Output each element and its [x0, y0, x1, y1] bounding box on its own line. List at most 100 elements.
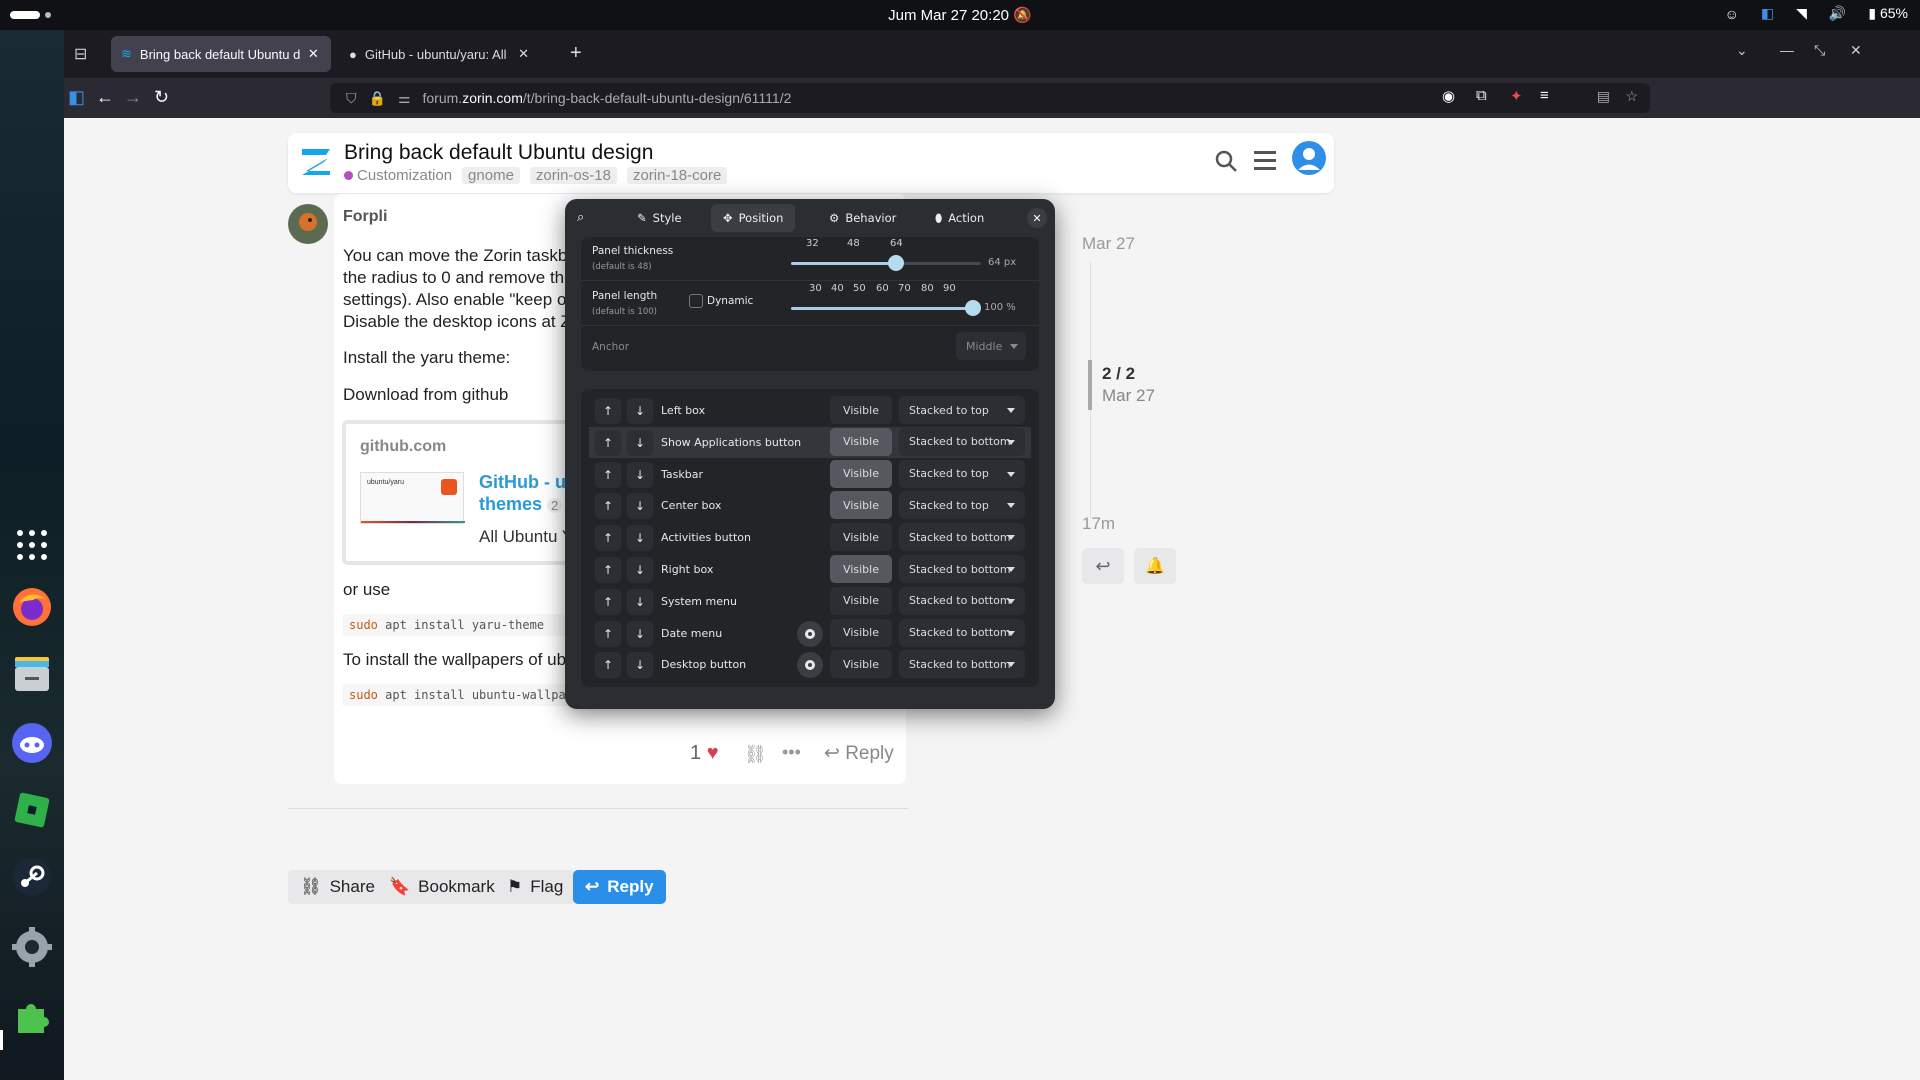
onebox-title-line2[interactable]: themes 2 — [479, 494, 563, 515]
battery-indicator[interactable]: ▮ 65% — [1868, 5, 1908, 22]
files-icon[interactable] — [8, 650, 56, 698]
move-up-icon[interactable]: ↑ — [595, 620, 621, 647]
move-down-icon[interactable]: ↓ — [627, 652, 653, 679]
copy-link-icon[interactable]: ⛓ — [744, 744, 767, 765]
forward-button[interactable]: → — [124, 87, 142, 108]
move-up-icon[interactable]: ↑ — [595, 493, 621, 520]
move-down-icon[interactable]: ↓ — [627, 461, 653, 488]
close-window-button[interactable]: ✕ — [1850, 42, 1862, 59]
move-up-icon[interactable]: ↑ — [595, 525, 621, 552]
visible-toggle[interactable]: Visible — [830, 459, 892, 488]
timeline-reply-button[interactable]: ↩ — [1082, 548, 1124, 584]
move-up-icon[interactable]: ↑ — [595, 588, 621, 615]
flag-button[interactable]: ⚑ Flag — [495, 870, 576, 904]
tab-action[interactable]: ⬮ Action — [923, 204, 996, 232]
extensions-puzzle-icon[interactable]: ⧉ — [1476, 87, 1487, 104]
tag-gnome[interactable]: gnome — [462, 167, 520, 184]
gear-icon[interactable] — [797, 620, 823, 647]
share-button[interactable]: ⛓ Share — [288, 870, 387, 904]
extension-icon[interactable]: ✦ — [1510, 87, 1523, 105]
visible-toggle[interactable]: Visible — [830, 491, 892, 520]
lock-icon[interactable]: 🔒 — [369, 90, 386, 107]
search-icon[interactable]: ⌕ — [577, 210, 584, 225]
timeline-end[interactable]: 17m — [1082, 514, 1115, 534]
menu-icon[interactable]: ≡ — [1540, 87, 1549, 104]
discord-icon[interactable] — [8, 719, 56, 767]
author-avatar[interactable] — [288, 204, 328, 244]
move-down-icon[interactable]: ↓ — [627, 493, 653, 520]
list-tabs-icon[interactable]: ⌄ — [1736, 42, 1748, 59]
url-text[interactable]: forum.zorin.com/t/bring-back-default-ubu… — [423, 90, 792, 106]
move-down-icon[interactable]: ↓ — [627, 398, 653, 424]
roblox-icon[interactable] — [8, 786, 56, 834]
close-tab-icon[interactable]: ✕ — [308, 46, 319, 62]
tab-behavior[interactable]: ⚙ Behavior — [817, 204, 908, 232]
like-button[interactable]: 1 ♥ — [690, 742, 719, 765]
shield-icon[interactable]: ⛉ — [346, 90, 357, 107]
tab-style[interactable]: ✎ Style — [625, 204, 694, 232]
bookmark-button[interactable]: 🔖 Bookmark — [377, 870, 507, 904]
timeline-start[interactable]: Mar 27 — [1082, 234, 1135, 254]
thickness-slider-handle[interactable] — [887, 255, 904, 271]
stack-dropdown[interactable]: Stacked to bottom — [899, 618, 1025, 647]
app-grid-icon[interactable] — [8, 521, 56, 569]
move-up-icon[interactable]: ↑ — [595, 429, 621, 456]
bookmark-star-icon[interactable]: ☆ — [1625, 88, 1638, 105]
system-tray[interactable]: ☺ ◧ ◥ 🔊 ▮ 65% — [1725, 5, 1908, 22]
github-onebox[interactable]: github.com ubuntu/yaru GitHub - ub theme… — [342, 420, 602, 565]
tab-zorin-forum[interactable]: ≋ Bring back default Ubuntu d ✕ — [111, 36, 331, 72]
tab-overview-icon[interactable]: ⊟ — [74, 44, 87, 64]
notification-bell-button[interactable]: 🔔 — [1134, 548, 1176, 584]
settings-icon[interactable] — [8, 923, 56, 971]
gear-icon[interactable] — [797, 652, 823, 679]
stack-dropdown[interactable]: Stacked to top — [899, 459, 1025, 488]
permissions-icon[interactable]: ⚌ — [398, 90, 411, 107]
new-tab-button[interactable]: + — [570, 42, 582, 65]
stack-dropdown[interactable]: Stacked to bottom — [899, 650, 1025, 679]
visible-toggle[interactable]: Visible — [830, 586, 892, 615]
move-up-icon[interactable]: ↑ — [595, 652, 621, 679]
length-slider-handle[interactable] — [965, 300, 981, 316]
category-link[interactable]: Customization — [344, 167, 452, 184]
wifi-icon[interactable]: ◥ — [1796, 5, 1807, 22]
stack-dropdown[interactable]: Stacked to bottom — [899, 586, 1025, 615]
restore-button[interactable]: ⤡ — [1814, 42, 1825, 59]
onebox-site[interactable]: github.com — [360, 438, 446, 456]
timeline-handle[interactable] — [1088, 360, 1092, 410]
topic-title[interactable]: Bring back default Ubuntu design — [344, 141, 653, 165]
move-up-icon[interactable]: ↑ — [595, 398, 621, 424]
volume-icon[interactable]: 🔊 — [1829, 5, 1846, 22]
hamburger-icon[interactable] — [1254, 150, 1276, 170]
visible-toggle[interactable]: Visible — [830, 618, 892, 647]
stack-dropdown[interactable]: Stacked to bottom — [899, 427, 1025, 456]
dynamic-checkbox[interactable] — [689, 294, 703, 308]
tab-github[interactable]: ● GitHub - ubuntu/yaru: All Ub ✕ — [339, 36, 539, 72]
firefox-icon[interactable] — [8, 583, 56, 631]
move-down-icon[interactable]: ↓ — [627, 429, 653, 456]
close-icon[interactable]: ✕ — [1027, 208, 1047, 228]
anchor-dropdown[interactable]: Middle — [956, 332, 1026, 360]
reader-view-icon[interactable]: ▤ — [1597, 88, 1610, 105]
more-actions-icon[interactable]: ••• — [782, 742, 801, 763]
search-icon[interactable] — [1214, 149, 1238, 173]
move-down-icon[interactable]: ↓ — [627, 525, 653, 552]
visible-toggle[interactable]: Visible — [830, 650, 892, 679]
stack-dropdown[interactable]: Stacked to bottom — [899, 555, 1025, 583]
onebox-title[interactable]: GitHub - ub — [479, 472, 577, 493]
stack-dropdown[interactable]: Stacked to top — [899, 491, 1025, 520]
back-button[interactable]: ← — [96, 87, 114, 108]
visible-toggle[interactable]: Visible — [830, 427, 892, 456]
screen-share-icon[interactable]: ◧ — [1761, 5, 1774, 22]
steam-icon[interactable] — [8, 853, 56, 901]
accessibility-icon[interactable]: ☺ — [1725, 6, 1739, 22]
move-down-icon[interactable]: ↓ — [627, 588, 653, 615]
extensions-icon[interactable] — [8, 991, 56, 1039]
post-reply-button[interactable]: ↩ Reply — [824, 742, 894, 765]
minimize-button[interactable]: — — [1780, 42, 1794, 58]
close-tab-icon[interactable]: ✕ — [518, 46, 529, 62]
sidebar-toggle-icon[interactable]: ◧ — [68, 87, 85, 108]
visible-toggle[interactable]: Visible — [830, 396, 892, 424]
tag-zorin-os-18[interactable]: zorin-os-18 — [529, 167, 617, 184]
move-up-icon[interactable]: ↑ — [595, 461, 621, 488]
visible-toggle[interactable]: Visible — [830, 555, 892, 583]
